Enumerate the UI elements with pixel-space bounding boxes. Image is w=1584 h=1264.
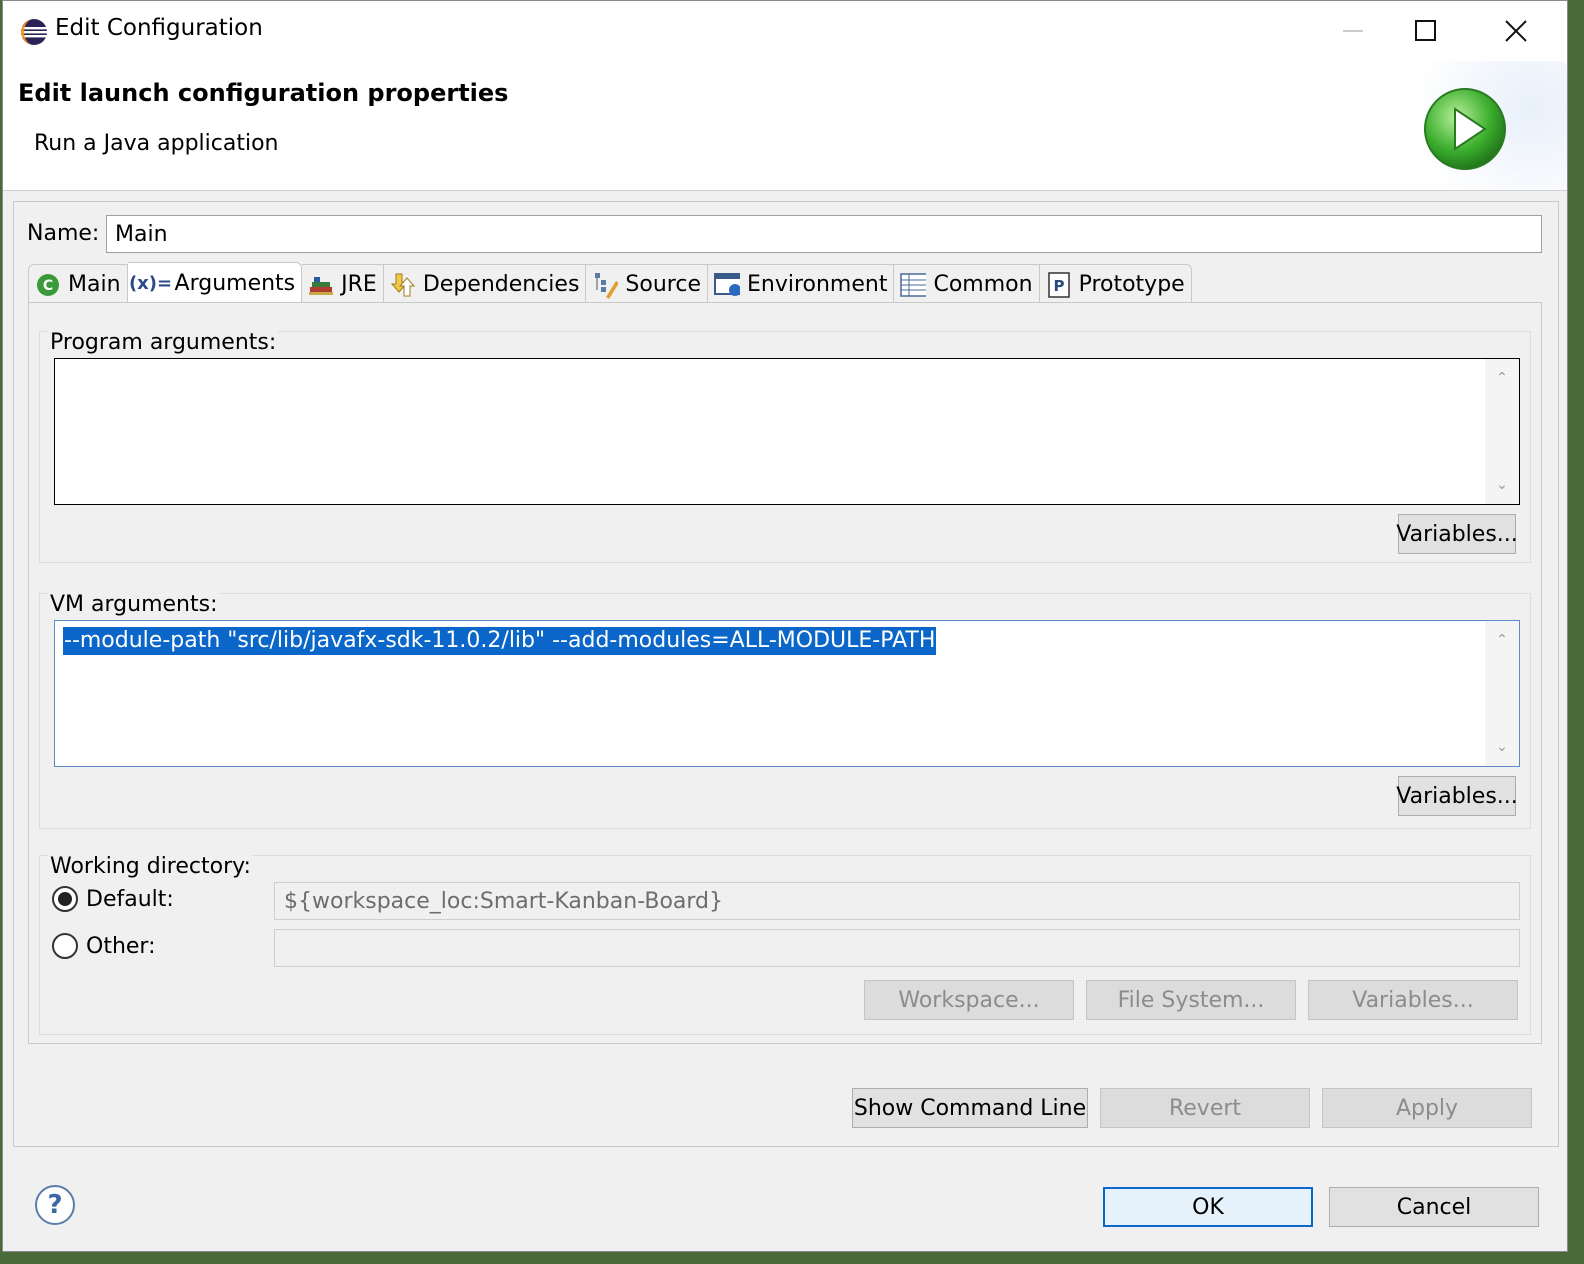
maximize-icon [1415,20,1436,41]
help-icon[interactable]: ? [35,1185,75,1225]
class-c-icon: C [35,272,61,298]
prototype-p-icon: P [1046,271,1072,298]
tab-environment[interactable]: Environment [707,264,895,304]
vm-arguments-group: VM arguments: --module-path "src/lib/jav… [39,592,1531,829]
working-dir-variables-button[interactable]: Variables... [1308,980,1518,1020]
other-directory-field [274,929,1520,967]
close-icon [1505,20,1527,42]
scroll-down-icon[interactable]: ⌄ [1485,470,1519,500]
banner-subtitle: Run a Java application [34,131,279,156]
scroll-up-icon[interactable]: ⌃ [1485,625,1519,655]
library-books-icon [308,272,334,298]
run-icon [1424,88,1506,170]
maximize-button[interactable] [1391,9,1461,53]
header-banner: Edit launch configuration properties Run… [3,61,1567,191]
title-bar: Edit Configuration [3,1,1567,61]
tab-jre[interactable]: JRE [302,264,384,304]
program-arguments-label: Program arguments: [48,330,279,355]
apply-button[interactable]: Apply [1322,1088,1532,1128]
tab-dependencies[interactable]: Dependencies [383,264,587,304]
file-system-button[interactable]: File System... [1086,980,1296,1020]
revert-button[interactable]: Revert [1100,1088,1310,1128]
dependencies-icon [390,272,416,298]
vm-arguments-textarea[interactable]: --module-path "src/lib/javafx-sdk-11.0.2… [54,620,1520,767]
program-arguments-textarea[interactable]: ⌃ ⌄ [54,358,1520,505]
vm-arguments-label: VM arguments: [48,592,220,617]
tab-arguments[interactable]: (x)= Arguments [127,262,303,304]
tab-bar: C Main (x)= Arguments JRE Dependencies S… [28,262,1192,304]
vm-arguments-value[interactable]: --module-path "src/lib/javafx-sdk-11.0.2… [63,627,937,655]
minimize-icon [1343,30,1363,32]
tab-source[interactable]: Source [586,264,708,304]
edit-configuration-dialog: Edit Configuration Edit launch configura… [2,0,1568,1252]
other-radio-row[interactable]: Other: [52,933,156,959]
arguments-panel: Program arguments: ⌃ ⌄ Variables... VM a… [28,302,1542,1044]
default-directory-field: ${workspace_loc:Smart-Kanban-Board} [274,882,1520,920]
other-radio[interactable] [52,933,78,959]
program-arguments-scrollbar[interactable]: ⌃ ⌄ [1485,359,1519,504]
show-command-line-button[interactable]: Show Command Line [852,1088,1088,1128]
default-label: Default: [86,886,174,912]
program-variables-button[interactable]: Variables... [1396,514,1518,554]
table-icon [900,272,927,298]
svg-text:P: P [1053,277,1064,295]
scroll-down-icon[interactable]: ⌄ [1485,732,1519,762]
cancel-button[interactable]: Cancel [1329,1187,1539,1227]
name-label: Name: [27,221,100,246]
working-directory-group: Working directory: Default: ${workspace_… [39,854,1531,1035]
minimize-button[interactable] [1319,9,1389,53]
ok-button[interactable]: OK [1103,1187,1313,1227]
tab-main[interactable]: C Main [28,264,128,304]
close-button[interactable] [1481,9,1551,53]
banner-title: Edit launch configuration properties [18,79,509,107]
eclipse-icon [21,19,47,45]
vm-arguments-scrollbar[interactable]: ⌃ ⌄ [1485,621,1519,766]
scroll-up-icon[interactable]: ⌃ [1485,363,1519,393]
workspace-button[interactable]: Workspace... [864,980,1074,1020]
arguments-x-icon: (x)= [128,273,173,294]
vm-variables-button[interactable]: Variables... [1396,776,1518,816]
working-directory-label: Working directory: [48,854,253,879]
program-arguments-group: Program arguments: ⌃ ⌄ Variables... [39,330,1531,563]
name-input[interactable] [106,215,1542,253]
svg-text:C: C [43,278,53,294]
tab-common[interactable]: Common [894,264,1040,304]
window-title: Edit Configuration [55,15,263,41]
environment-icon [713,272,740,298]
configuration-body: Name: C Main (x)= Arguments JRE [13,201,1559,1147]
source-tree-icon [592,272,619,299]
other-label: Other: [86,933,156,959]
default-radio-row[interactable]: Default: [52,886,174,912]
default-radio[interactable] [52,886,78,912]
tab-prototype[interactable]: P Prototype [1039,264,1192,304]
